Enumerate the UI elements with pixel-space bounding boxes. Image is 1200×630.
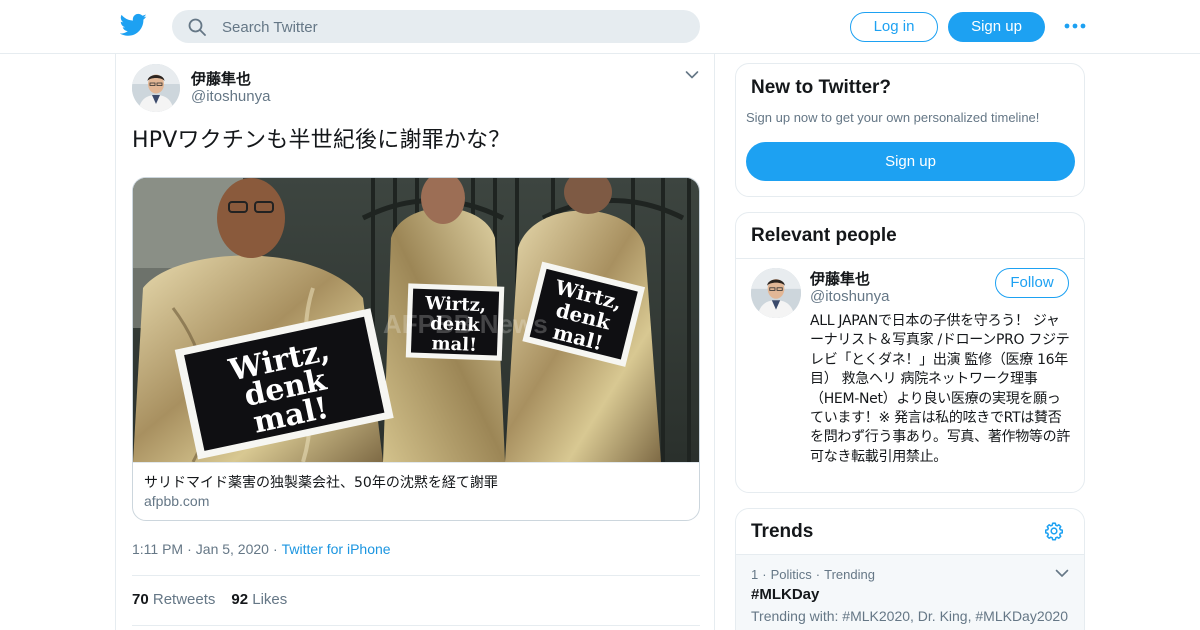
trend-meta: 1 · Politics · Trending <box>751 567 875 582</box>
twitter-bird-icon[interactable] <box>120 13 147 37</box>
tweet-text: HPVワクチンも半世紀後に謝罪かな？ <box>132 128 511 153</box>
module-title: Trends <box>751 521 814 542</box>
trend-hashtag[interactable]: #MLKDay <box>751 586 819 603</box>
meta-separator: · <box>762 567 767 582</box>
retweets-stat[interactable]: 70 Retweets <box>132 591 215 608</box>
relevant-people-module: Relevant people 伊藤隼也 @itoshunya Follow A… <box>735 212 1085 493</box>
meta-separator: · <box>187 541 192 557</box>
tweet-source-link[interactable]: Twitter for iPhone <box>282 541 391 557</box>
follow-button[interactable]: Follow <box>995 268 1069 298</box>
tweet-permalink: 伊藤隼也 @itoshunya HPVワクチンも半世紀後に謝罪かな？ Wirtz… <box>115 54 715 630</box>
card-divider <box>133 462 699 463</box>
login-button[interactable]: Log in <box>850 12 938 42</box>
chevron-down-icon[interactable] <box>1055 569 1069 578</box>
card-image[interactable]: Wirtz, denk mal! Wirtz, denk mal! Wirtz,… <box>133 178 699 462</box>
trends-module: Trends 1 · Politics · Trending #MLKDay Trend… <box>735 508 1085 630</box>
top-bar: Log in Sign up <box>0 0 1200 54</box>
author-handle[interactable]: @itoshunya <box>191 88 270 105</box>
person-bio: ALL JAPANで日本の子供を守ろう！ ジャーナリスト＆写真家 /ドローンPR… <box>810 313 1071 465</box>
divider <box>736 258 1084 259</box>
tweet-meta: 1:11 PM · Jan 5, 2020 · Twitter for iPhone <box>132 541 391 557</box>
likes-count: 92 <box>231 591 249 608</box>
divider <box>132 575 700 576</box>
meta-separator: · <box>815 567 821 582</box>
trend-status: Trending <box>824 567 875 582</box>
more-dots-icon[interactable] <box>1064 19 1086 33</box>
trend-category: Politics <box>770 567 812 582</box>
avatar[interactable] <box>751 268 801 318</box>
search-box[interactable] <box>172 10 700 43</box>
tweet-time: 1:11 PM <box>132 541 184 557</box>
person-name[interactable]: 伊藤隼也 <box>810 268 870 289</box>
person-handle[interactable]: @itoshunya <box>810 288 889 305</box>
search-icon <box>188 18 206 36</box>
signup-button[interactable]: Sign up <box>948 12 1045 42</box>
likes-label: Likes <box>252 591 288 608</box>
module-title: Relevant people <box>751 225 897 246</box>
link-card[interactable]: Wirtz, denk mal! Wirtz, denk mal! Wirtz,… <box>132 177 700 521</box>
module-subtitle: Sign up now to get your own personalized… <box>746 110 1040 125</box>
author-name[interactable]: 伊藤隼也 <box>191 68 251 89</box>
avatar[interactable] <box>132 64 180 112</box>
divider <box>132 625 700 626</box>
module-title: New to Twitter? <box>751 77 892 98</box>
meta-separator: · <box>272 541 278 557</box>
sidebar-signup-button[interactable]: Sign up <box>746 142 1075 181</box>
card-domain: afpbb.com <box>144 493 210 509</box>
new-to-twitter-module: New to Twitter? Sign up now to get your … <box>735 63 1085 197</box>
retweets-count: 70 <box>132 591 149 608</box>
likes-stat[interactable]: 92 Likes <box>231 591 287 608</box>
trends-header: Trends <box>736 509 1084 555</box>
card-title[interactable]: サリドマイド薬害の独製薬会社、50年の沈黙を経て謝罪 <box>144 472 498 492</box>
image-watermark: AFPBB News <box>383 309 548 339</box>
chevron-down-icon[interactable] <box>685 70 699 80</box>
search-input[interactable] <box>222 16 682 38</box>
tweet-date: Jan 5, 2020 <box>195 541 269 557</box>
tweet-stats: 70 Retweets 92 Likes <box>132 591 287 608</box>
retweets-label: Retweets <box>152 591 216 608</box>
gear-icon[interactable] <box>1044 521 1064 541</box>
trend-related: Trending with: #MLK2020, Dr. King, #MLKD… <box>751 608 1068 624</box>
